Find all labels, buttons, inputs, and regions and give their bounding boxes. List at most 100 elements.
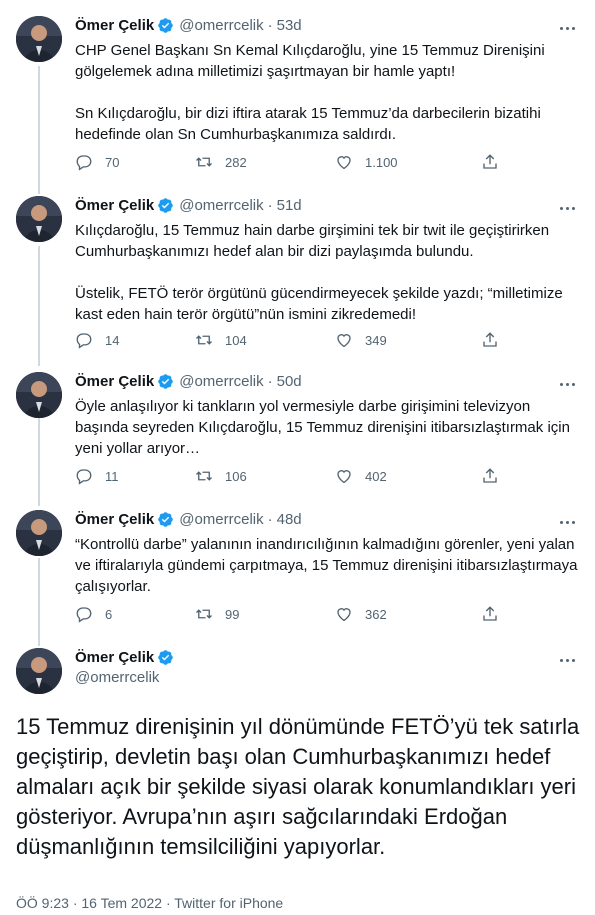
like-button[interactable]: 362	[335, 605, 387, 623]
tweet-paragraph: Sn Kılıçdaroğlu, bir dizi iftira atarak …	[75, 105, 545, 143]
more-icon[interactable]	[557, 199, 577, 217]
tweet-time[interactable]: 48d	[277, 511, 302, 528]
retweet-count: 106	[225, 468, 247, 484]
tweet-header: Ömer Çelik @omerrcelik · 53d	[75, 17, 302, 34]
heart-icon	[337, 334, 351, 348]
tweet-text: CHP Genel Başkanı Sn Kemal Kılıçdaroğlu,…	[75, 40, 580, 145]
reply-icon	[76, 469, 92, 485]
tweet-text: Kılıçdaroğlu, 15 Temmuz hain darbe girşi…	[75, 220, 580, 325]
tweet-meta: ÖÖ 9:23 · 16 Tem 2022 · Twitter for iPho…	[16, 895, 283, 911]
avatar[interactable]	[16, 16, 62, 62]
reply-count: 6	[105, 606, 113, 622]
avatar[interactable]	[16, 648, 62, 694]
like-count: 362	[365, 606, 387, 622]
like-button[interactable]: 1.100	[335, 153, 398, 171]
main-tweet: Ömer Çelik @omerrcelik 15 Temmuz direniş…	[0, 632, 595, 915]
reply-count: 70	[105, 154, 120, 170]
share-icon	[483, 606, 497, 621]
tweet-actions: 6 99 362	[75, 604, 545, 624]
tweet-time[interactable]: 50d	[277, 373, 302, 390]
verified-badge-icon	[157, 649, 174, 666]
retweet-count: 282	[225, 154, 247, 170]
verified-badge-icon	[157, 511, 174, 528]
dot-separator: ·	[267, 197, 273, 214]
author-name[interactable]: Ömer Çelik	[75, 373, 154, 390]
verified-badge-icon	[157, 197, 174, 214]
like-button[interactable]: 402	[335, 467, 387, 485]
tweet[interactable]: Ömer Çelik @omerrcelik · 50d Öyle anlaşı…	[0, 356, 595, 496]
retweet-button[interactable]: 104	[195, 331, 247, 349]
retweet-button[interactable]: 99	[195, 605, 239, 623]
more-icon[interactable]	[557, 19, 577, 37]
tweet-paragraph: CHP Genel Başkanı Sn Kemal Kılıçdaroğlu,…	[75, 42, 549, 80]
dot-separator: ·	[72, 895, 78, 911]
avatar[interactable]	[16, 510, 62, 556]
reply-icon	[76, 333, 92, 349]
more-icon[interactable]	[557, 513, 577, 531]
reply-count: 11	[105, 468, 119, 484]
tweet-header: Ömer Çelik @omerrcelik · 48d	[75, 511, 302, 528]
retweet-icon	[196, 471, 212, 481]
heart-icon	[337, 156, 351, 170]
author-name[interactable]: Ömer Çelik	[75, 649, 154, 666]
author-handle[interactable]: @omerrcelik	[179, 197, 263, 214]
share-icon	[483, 332, 497, 347]
heart-icon	[337, 470, 351, 484]
tweet-time[interactable]: 53d	[277, 17, 302, 34]
tweet-date[interactable]: 16 Tem 2022	[81, 895, 162, 911]
dot-separator: ·	[267, 373, 273, 390]
share-button[interactable]	[481, 467, 499, 485]
avatar[interactable]	[16, 372, 62, 418]
tweet[interactable]: Ömer Çelik @omerrcelik · 51d Kılıçdaroğl…	[0, 180, 595, 360]
tweet[interactable]: Ömer Çelik @omerrcelik · 53d CHP Genel B…	[0, 0, 595, 190]
reply-button[interactable]: 11	[75, 467, 119, 485]
share-button[interactable]	[481, 331, 499, 349]
author-handle[interactable]: @omerrcelik	[179, 373, 263, 390]
more-icon[interactable]	[557, 375, 577, 393]
tweet-actions: 70 282 1.100	[75, 152, 545, 172]
author-handle[interactable]: @omerrcelik	[75, 669, 159, 686]
share-icon	[483, 468, 497, 483]
like-count: 1.100	[365, 154, 398, 170]
share-icon	[483, 154, 497, 169]
dot-separator: ·	[267, 511, 273, 528]
reply-button[interactable]: 70	[75, 153, 119, 171]
heart-icon	[337, 608, 351, 622]
author-handle[interactable]: @omerrcelik	[179, 511, 263, 528]
reply-button[interactable]: 14	[75, 331, 119, 349]
tweet-source[interactable]: Twitter for iPhone	[174, 895, 283, 911]
more-icon[interactable]	[557, 651, 577, 669]
author-handle[interactable]: @omerrcelik	[179, 17, 263, 34]
tweet-text: “Kontrollü darbe” yalanının inandırıcılı…	[75, 534, 580, 597]
main-tweet-text: 15 Temmuz direnişinin yıl dönümünde FETÖ…	[16, 714, 586, 859]
tweet-time[interactable]: 51d	[277, 197, 302, 214]
tweet-actions: 14 104 349	[75, 330, 545, 350]
tweet-paragraph: Üstelik, FETÖ terör örgütünü gücendirmey…	[75, 285, 567, 323]
main-tweet-header: Ömer Çelik	[75, 649, 179, 666]
retweet-icon	[196, 609, 212, 619]
tweet-header: Ömer Çelik @omerrcelik · 50d	[75, 373, 302, 390]
like-button[interactable]: 349	[335, 331, 387, 349]
author-name[interactable]: Ömer Çelik	[75, 197, 154, 214]
tweet-text: Öyle anlaşılıyor ki tankların yol vermes…	[75, 396, 580, 459]
retweet-count: 99	[225, 606, 240, 622]
avatar[interactable]	[16, 196, 62, 242]
author-name[interactable]: Ömer Çelik	[75, 511, 154, 528]
tweet-time[interactable]: ÖÖ 9:23	[16, 895, 69, 911]
tweet-paragraph: Kılıçdaroğlu, 15 Temmuz hain darbe girşi…	[75, 222, 554, 260]
retweet-count: 104	[225, 332, 247, 348]
tweet-paragraph: “Kontrollü darbe” yalanının inandırıcılı…	[75, 536, 582, 595]
main-handle-row: @omerrcelik	[75, 669, 159, 686]
author-name[interactable]: Ömer Çelik	[75, 17, 154, 34]
tweet[interactable]: Ömer Çelik @omerrcelik · 48d “Kontrollü …	[0, 494, 595, 634]
like-count: 349	[365, 332, 387, 348]
retweet-button[interactable]: 106	[195, 467, 247, 485]
retweet-button[interactable]: 282	[195, 153, 247, 171]
dot-separator: ·	[165, 895, 171, 911]
share-button[interactable]	[481, 153, 499, 171]
reply-button[interactable]: 6	[75, 605, 112, 623]
share-button[interactable]	[481, 605, 499, 623]
reply-icon	[76, 607, 92, 623]
like-count: 402	[365, 468, 387, 484]
tweet-paragraph: Öyle anlaşılıyor ki tankların yol vermes…	[75, 398, 575, 457]
